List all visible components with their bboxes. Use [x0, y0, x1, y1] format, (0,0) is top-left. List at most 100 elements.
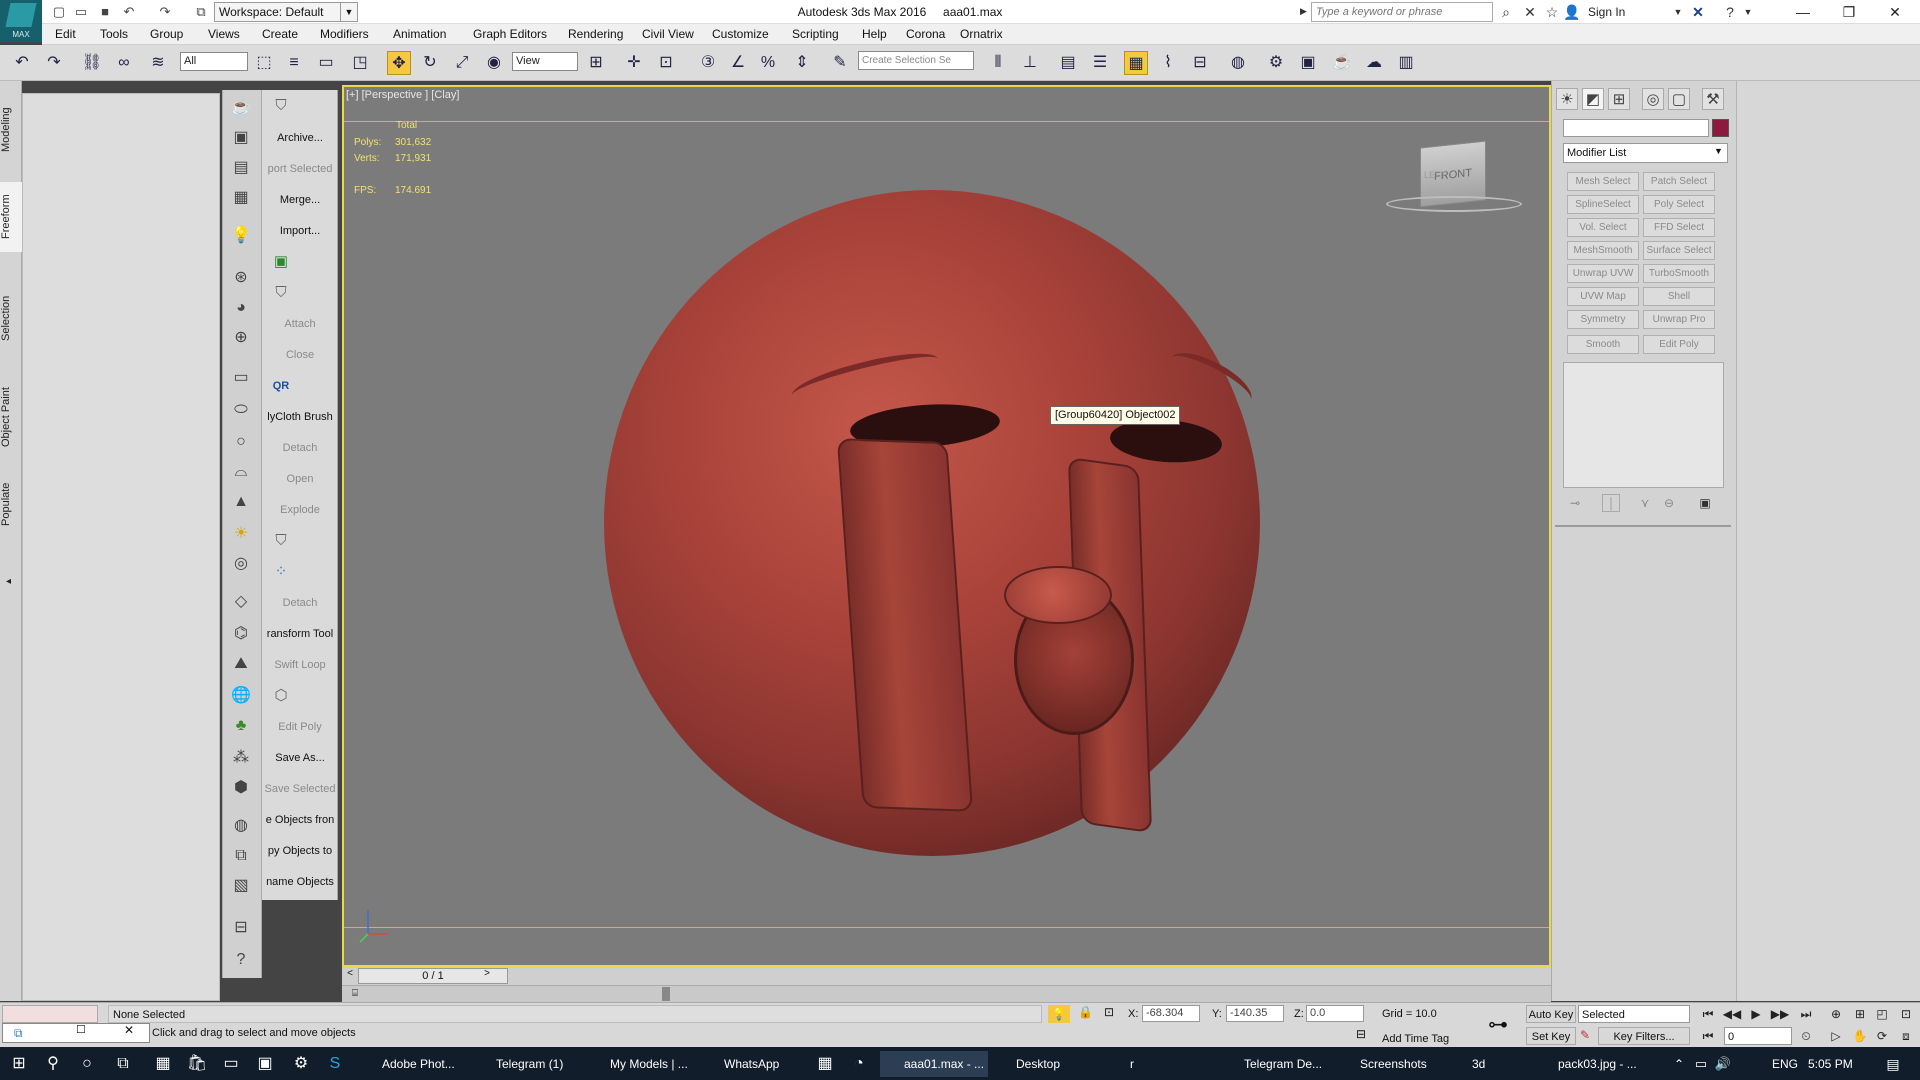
utilities-tab-icon[interactable]: ⚒ [1702, 88, 1724, 110]
terrain-icon[interactable]: ⛰ [229, 652, 253, 676]
plant-icon[interactable]: ♣ [229, 714, 253, 738]
help-dropdown-icon[interactable]: ▼ [1738, 3, 1758, 21]
key-mode-toggle-icon[interactable]: ⏮ [1698, 1027, 1718, 1045]
modifier-spline-select[interactable]: SplineSelect [1567, 195, 1639, 214]
current-frame-field[interactable]: 0 [1724, 1027, 1792, 1045]
modifier-unwrap-pro[interactable]: Unwrap Pro [1643, 310, 1715, 329]
select-object-icon[interactable]: ⬚ [252, 51, 276, 75]
help-icon[interactable]: ? [1720, 3, 1740, 21]
rendered-frame-window-icon[interactable]: ▣ [1296, 51, 1320, 75]
transform-tool-button[interactable]: ransform Tool [262, 623, 338, 645]
manipulate-icon[interactable]: ✛ [622, 51, 646, 75]
menu-group[interactable]: Group [150, 24, 183, 45]
light-bulb-icon[interactable]: 💡 [229, 224, 253, 248]
taskbar-whatsapp[interactable]: WhatsApp [700, 1051, 800, 1077]
orbit-icon[interactable]: ⟳ [1872, 1027, 1892, 1045]
make-unique-icon[interactable]: ⋎ [1636, 494, 1654, 512]
render-production-icon[interactable]: ☕ [1330, 51, 1354, 75]
explode-button[interactable]: Explode [262, 499, 338, 521]
next-frame-icon[interactable]: ▶▶ [1770, 1005, 1790, 1023]
listener-close-icon[interactable]: ✕ [124, 1023, 134, 1037]
open-button[interactable]: Open [262, 468, 338, 490]
blue-sphere-icon[interactable]: ◍ [229, 814, 253, 838]
tab-freeform[interactable]: Freeform [0, 182, 22, 252]
named-selection-sets-dropdown[interactable]: Create Selection Se [858, 51, 974, 70]
modifier-symmetry[interactable]: Symmetry [1567, 310, 1639, 329]
save-selected-button[interactable]: Save Selected [262, 778, 338, 800]
polycloth-brush-button[interactable]: lyCloth Brush [262, 406, 338, 428]
edit-named-selection-icon[interactable]: ✎ [828, 51, 852, 75]
cortana-icon[interactable]: ○ [74, 1051, 100, 1077]
bind-space-warp-icon[interactable]: ≋ [146, 51, 170, 75]
key-icon[interactable]: ⊶ [1488, 1012, 1508, 1037]
set-key-button[interactable]: Set Key [1526, 1027, 1576, 1045]
time-configuration-icon[interactable]: ⏲ [1796, 1027, 1816, 1045]
restore-icon[interactable]: ❐ [1826, 0, 1872, 24]
listener-restore-icon[interactable]: ☐ [76, 1023, 86, 1036]
help-search-input[interactable] [1311, 2, 1493, 22]
chevron-down-icon[interactable]: ▼ [1714, 146, 1723, 156]
material-slot-icon[interactable]: ▣ [229, 126, 253, 150]
teapot-icon[interactable]: ☕ [229, 96, 253, 120]
zoom-icon[interactable]: ⊕ [1826, 1005, 1846, 1023]
minimize-icon[interactable]: — [1780, 0, 1826, 24]
menu-corona[interactable]: Corona [906, 24, 945, 45]
scene-explorer-icon[interactable]: ▤ [1056, 51, 1080, 75]
menu-customize[interactable]: Customize [712, 24, 769, 45]
zoom-extents-icon[interactable]: ◰ [1872, 1005, 1892, 1023]
tab-object-paint[interactable]: Object Paint [0, 380, 22, 454]
expand-arrow-icon[interactable]: ▶ [1300, 6, 1307, 17]
layers-icon[interactable]: ⊟ [229, 916, 253, 940]
object-color-swatch[interactable] [1712, 119, 1729, 137]
select-place-icon[interactable]: ◉ [482, 51, 506, 75]
menu-modifiers[interactable]: Modifiers [320, 24, 369, 45]
render-extra-icon[interactable]: ▥ [1394, 51, 1418, 75]
viewport-label[interactable]: [+] [Perspective ] [Clay] [346, 89, 459, 101]
configure-modifier-sets-icon[interactable]: ▣ [1696, 494, 1714, 512]
taskbar-app-icon[interactable]: ▦ [812, 1051, 838, 1077]
language-indicator[interactable]: ENG [1772, 1051, 1802, 1077]
modify-tab-icon[interactable]: ◩ [1582, 88, 1604, 110]
swift-loop-button[interactable]: Swift Loop [262, 654, 338, 676]
select-move-icon[interactable]: ✥ [387, 51, 411, 75]
modifier-ffd-select[interactable]: FFD Select [1643, 218, 1715, 237]
modifier-unwrap-uvw[interactable]: Unwrap UVW [1567, 264, 1639, 283]
task-view-icon[interactable]: ⧉ [110, 1051, 136, 1077]
prev-frame-arrow-icon[interactable]: < [343, 968, 357, 984]
taskbar-folder-r[interactable]: r [1106, 1051, 1216, 1077]
redo-icon[interactable]: ↷ [42, 51, 66, 75]
modifier-vol-select[interactable]: Vol. Select [1567, 218, 1639, 237]
attach-button[interactable]: Attach [262, 313, 338, 335]
disc-icon[interactable]: ⬭ [229, 398, 253, 422]
taskbar-3d[interactable]: 3d [1448, 1051, 1548, 1077]
film-icon[interactable]: ⊕ [229, 326, 253, 350]
hose-icon[interactable]: ⌬ [229, 622, 253, 646]
plane-object-icon[interactable]: ◇ [229, 590, 253, 614]
taskbar-screenshots[interactable]: Screenshots [1336, 1051, 1444, 1077]
key-filters-button[interactable]: Key Filters... [1598, 1027, 1690, 1045]
merge-button[interactable]: Merge... [262, 189, 338, 211]
keyboard-shortcut-override-icon[interactable]: ⊡ [654, 51, 678, 75]
qr-icon[interactable]: QR [270, 375, 292, 397]
pin-stack-icon[interactable]: ⊸ [1566, 494, 1584, 512]
rename-objects-button[interactable]: name Objects [262, 871, 338, 893]
toggle-ribbon-icon[interactable]: ▦ [1124, 51, 1148, 75]
speaker-icon[interactable]: ◕ [229, 296, 253, 320]
save-as-button[interactable]: Save As... [262, 747, 338, 769]
calculator-icon[interactable]: ▦ [150, 1051, 176, 1077]
project-folder-icon[interactable]: ⧉ [192, 3, 210, 21]
exchange-apps-icon[interactable]: ✕ [1688, 3, 1708, 21]
taskbar-telegram[interactable]: Telegram (1) [472, 1051, 582, 1077]
object-icon[interactable]: ⧉ [229, 844, 253, 868]
grid-icon[interactable]: ▦ [229, 186, 253, 210]
modifier-list-dropdown[interactable]: Modifier List [1563, 143, 1728, 163]
selection-filter-dropdown[interactable]: All [180, 52, 248, 71]
track-bar[interactable] [342, 985, 1551, 1002]
detach-button[interactable]: Detach [262, 437, 338, 459]
maximize-viewport-icon[interactable]: ⧈ [1896, 1027, 1916, 1045]
render-setup-icon[interactable]: ⚙ [1264, 51, 1288, 75]
sun-icon[interactable]: ☀ [229, 522, 253, 546]
keyframe-marker[interactable] [662, 987, 670, 1001]
communication-center-icon[interactable]: ✕ [1520, 3, 1540, 21]
taskbar-chrome[interactable]: My Models | ... [586, 1051, 696, 1077]
